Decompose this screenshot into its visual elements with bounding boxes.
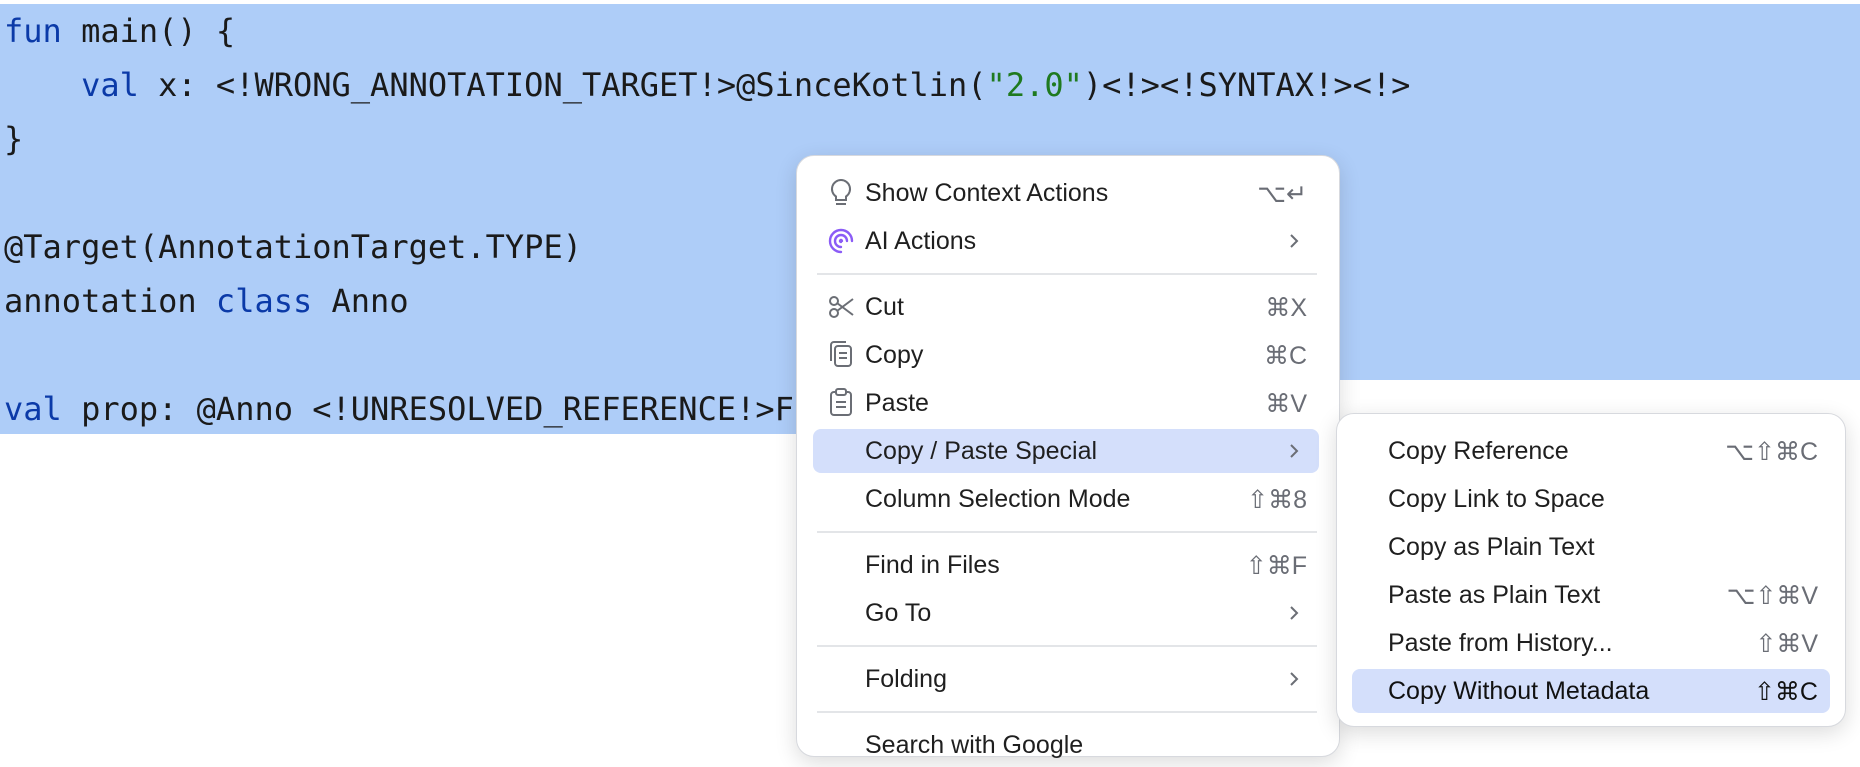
menu-item-copy-paste-special[interactable]: Copy / Paste Special (813, 429, 1319, 473)
menu-item-ai-actions[interactable]: AI Actions (813, 219, 1319, 263)
menu-item-paste[interactable]: Paste ⌘V (813, 381, 1319, 425)
menu-item-label: Cut (865, 293, 904, 321)
chevron-right-icon (1285, 435, 1305, 467)
menu-item-find-in-files[interactable]: Find in Files ⇧⌘F (813, 543, 1319, 587)
shortcut-label: ⌘X (1265, 294, 1307, 322)
submenu-item-copy-without-metadata[interactable]: Copy Without Metadata ⇧⌘C (1352, 669, 1830, 713)
code-line-6: annotation class Anno (4, 282, 409, 320)
submenu-item-copy-reference[interactable]: Copy Reference ⌥⇧⌘C (1352, 429, 1830, 473)
menu-item-label: Folding (865, 665, 947, 693)
submenu-item-copy-link-to-space[interactable]: Copy Link to Space (1352, 477, 1830, 521)
shortcut-label: ⌥↵ (1257, 180, 1307, 208)
code-line-5: @Target(AnnotationTarget.TYPE) (4, 228, 582, 266)
code-line-3: } (4, 120, 24, 158)
submenu-item-copy-as-plain-text[interactable]: Copy as Plain Text (1352, 525, 1830, 569)
menu-item-label: Copy as Plain Text (1388, 533, 1595, 561)
menu-separator (817, 531, 1317, 533)
menu-separator (817, 645, 1317, 647)
menu-item-label: Find in Files (865, 551, 1000, 579)
menu-item-label: Search with Google (865, 731, 1084, 759)
shortcut-label: ⌘C (1263, 342, 1307, 370)
menu-item-label: Paste from History... (1388, 629, 1613, 657)
menu-item-show-context-actions[interactable]: Show Context Actions ⌥↵ (813, 171, 1319, 215)
copy-icon (826, 339, 856, 371)
menu-separator (817, 711, 1317, 713)
menu-separator (817, 273, 1317, 275)
menu-item-label: Column Selection Mode (865, 485, 1131, 513)
submenu-item-paste-as-plain-text[interactable]: Paste as Plain Text ⌥⇧⌘V (1352, 573, 1830, 617)
menu-item-label: Copy Reference (1388, 437, 1569, 465)
shortcut-label: ⇧⌘V (1755, 630, 1818, 658)
menu-item-label: Copy Without Metadata (1388, 677, 1650, 705)
code-line-1: fun main() { (4, 12, 236, 50)
menu-item-label: Copy / Paste Special (865, 437, 1098, 465)
menu-item-copy[interactable]: Copy ⌘C (813, 333, 1319, 377)
shortcut-label: ⇧⌘8 (1247, 486, 1307, 514)
ai-spiral-icon (826, 225, 856, 257)
chevron-right-icon (1285, 225, 1305, 257)
menu-item-folding[interactable]: Folding (813, 657, 1319, 701)
code-line-2: val x: <!WRONG_ANNOTATION_TARGET!>@Since… (81, 66, 1411, 104)
menu-item-label: Show Context Actions (865, 179, 1109, 207)
submenu-item-paste-from-history[interactable]: Paste from History... ⇧⌘V (1352, 621, 1830, 665)
menu-item-label: Paste (865, 389, 929, 417)
menu-item-label: Paste as Plain Text (1388, 581, 1601, 609)
lightbulb-icon (826, 177, 856, 209)
menu-item-label: AI Actions (865, 227, 977, 255)
copy-paste-special-submenu: Copy Reference ⌥⇧⌘C Copy Link to Space C… (1336, 413, 1846, 727)
shortcut-label: ⇧⌘F (1245, 552, 1307, 580)
menu-item-label: Go To (865, 599, 932, 627)
menu-item-column-selection-mode[interactable]: Column Selection Mode ⇧⌘8 (813, 477, 1319, 521)
menu-item-cut[interactable]: Cut ⌘X (813, 285, 1319, 329)
menu-item-go-to[interactable]: Go To (813, 591, 1319, 635)
scissors-icon (826, 291, 856, 323)
code-line-8: val prop: @Anno <!UNRESOLVED_REFERENCE!>… (4, 390, 814, 428)
menu-item-search-with-google[interactable]: Search with Google (813, 723, 1319, 767)
context-menu: Show Context Actions ⌥↵ AI Actions Cut ⌘… (796, 155, 1340, 759)
shortcut-label: ⌥⇧⌘C (1725, 438, 1818, 466)
paste-icon (826, 387, 856, 419)
menu-item-label: Copy Link to Space (1388, 485, 1605, 513)
chevron-right-icon (1285, 663, 1305, 695)
shortcut-label: ⌥⇧⌘V (1726, 582, 1818, 610)
menu-item-label: Copy (865, 341, 924, 369)
shortcut-label: ⇧⌘C (1753, 678, 1818, 706)
shortcut-label: ⌘V (1265, 390, 1307, 418)
chevron-right-icon (1285, 597, 1305, 629)
